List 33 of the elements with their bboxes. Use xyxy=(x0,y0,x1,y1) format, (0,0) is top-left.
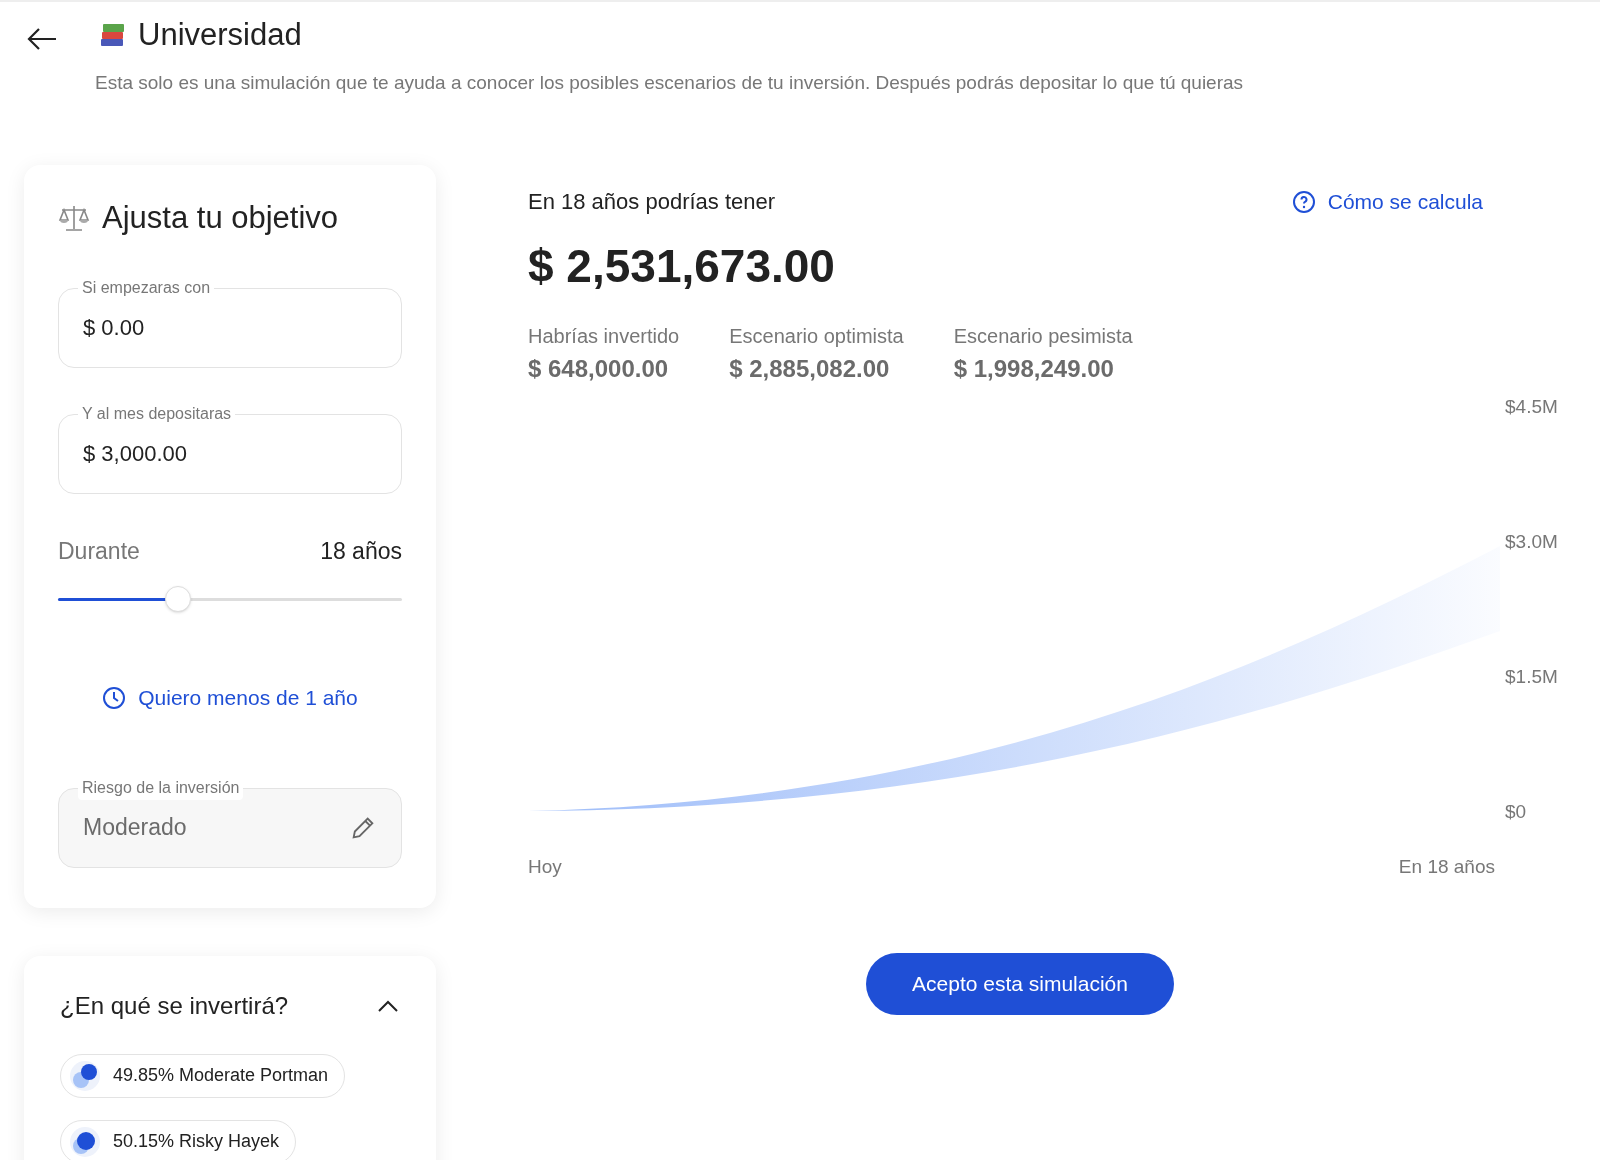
axis-label: $4.5M xyxy=(1505,396,1558,417)
result-heading: En 18 años podrías tener xyxy=(528,188,776,216)
duration-label: Durante xyxy=(58,536,140,566)
section-title: ¿En qué se invertirá? xyxy=(60,990,289,1021)
stat-label: Habrías invertido xyxy=(528,324,680,349)
axis-label: En 18 años xyxy=(1398,856,1495,877)
stat-value: $ 1,998,249.00 xyxy=(953,354,1115,384)
short-term-link[interactable]: Quiero menos de 1 año xyxy=(102,682,358,714)
stat-label: Escenario pesimista xyxy=(953,324,1133,349)
portfolio-icon xyxy=(69,1125,101,1158)
total-amount: $ 2,531,673.00 xyxy=(528,239,836,294)
axis-label: $1.5M xyxy=(1505,666,1558,687)
stat-value: $ 2,885,082.00 xyxy=(729,354,891,384)
axis-label: $3.0M xyxy=(1505,531,1558,552)
slider[interactable] xyxy=(58,586,402,612)
axis-label: Hoy xyxy=(528,856,562,877)
scales-icon xyxy=(58,203,90,234)
portfolio-label: 49.85% Moderate Portman xyxy=(113,1064,329,1087)
back-arrow-icon[interactable] xyxy=(26,27,58,52)
portfolio-icon xyxy=(69,1059,101,1092)
portfolio-label: 50.15% Risky Hayek xyxy=(113,1130,280,1153)
page-subtitle: Esta solo es una simulación que te ayuda a conocer los posibles escenarios de tu inversión. Después podrás depositar lo que tú quieras xyxy=(95,70,1245,95)
page-title: Universidad xyxy=(138,16,302,54)
duration-value: 18 años xyxy=(320,536,402,566)
stat-label: Escenario optimista xyxy=(729,324,904,349)
axis-label: $0 xyxy=(1505,801,1527,822)
clock-icon xyxy=(102,685,127,710)
help-icon xyxy=(1291,189,1316,214)
slider-thumb[interactable] xyxy=(165,586,192,612)
accept-button[interactable]: Acepto esta simulación xyxy=(866,953,1174,1015)
card-title: Ajusta tu objetivo xyxy=(102,199,339,237)
how-calculated-link[interactable]: Cómo se calcula xyxy=(1291,185,1483,218)
stat-value: $ 648,000.00 xyxy=(528,354,670,384)
